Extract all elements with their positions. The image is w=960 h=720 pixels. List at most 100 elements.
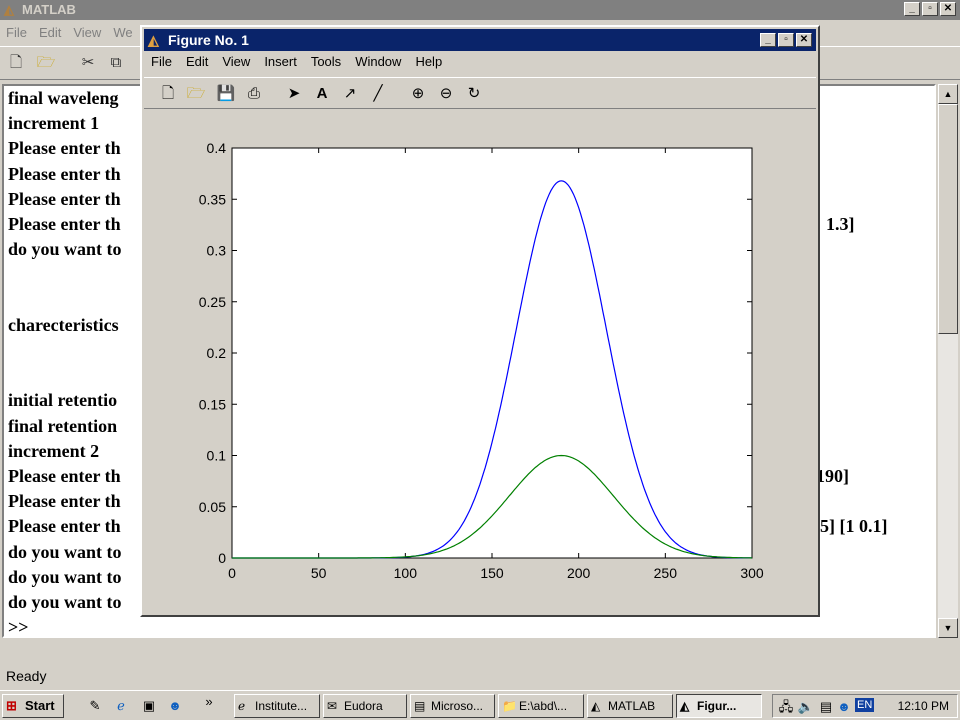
y-tick-label: 0.4 (207, 140, 227, 156)
taskbar-button[interactable]: ✉ Eudora (323, 694, 407, 718)
figure-menu-file[interactable]: File (144, 53, 179, 73)
quicklaunch-ie-icon[interactable]: ℯ (112, 697, 130, 715)
scroll-down-button[interactable]: ▼ (938, 618, 958, 638)
new-file-icon[interactable]: 🗋 (6, 53, 26, 73)
x-tick-label: 250 (654, 565, 678, 581)
quicklaunch-more-icon[interactable]: » (200, 693, 218, 711)
y-tick-label: 0.35 (199, 191, 226, 207)
status-text: Ready (6, 668, 47, 684)
taskbar-button-label: Institute... (255, 699, 308, 713)
command-line: initial retentio (8, 390, 118, 411)
command-window-scrollbar[interactable]: ▲ ▼ (938, 84, 958, 638)
x-tick-label: 300 (740, 565, 764, 581)
figure-title-bar: ◭ Figure No. 1 _ ▫ ✕ (144, 29, 816, 51)
cut-icon[interactable]: ✂ (78, 53, 98, 73)
zoom-out-icon[interactable]: ⊖ (436, 84, 456, 104)
tray-network-icon[interactable]: 🖧 (777, 698, 795, 716)
command-line: >> (8, 617, 29, 638)
main-window-title: MATLAB (22, 2, 76, 17)
tray-monitor-icon[interactable]: ▤ (817, 698, 835, 716)
menu-file[interactable]: File (0, 22, 33, 44)
start-button[interactable]: ⊞ Start (2, 694, 64, 718)
line-plot: 0 50 100 150 200 250 300 0 0.05 0.1 0.15 0.2 0.25 0.3… (199, 140, 764, 581)
figure-menubar: File Edit View Insert Tools Window Help (144, 53, 449, 73)
menu-view[interactable]: View (67, 22, 107, 44)
figure-window[interactable]: ◭ Figure No. 1 _ ▫ ✕ File Edit View Inse… (140, 25, 820, 617)
status-bar: Ready (0, 664, 960, 688)
taskbar-app-icon: ✉ (327, 699, 338, 713)
matlab-logo-icon: ◭ (4, 2, 14, 17)
command-line: final retention (8, 415, 118, 436)
y-tick-label: 0 (218, 550, 226, 566)
figure-menu-edit[interactable]: Edit (179, 53, 215, 73)
quicklaunch-chat-icon[interactable]: ☻ (166, 697, 184, 715)
minimize-button[interactable]: _ (904, 2, 920, 16)
taskbar-button-label: Microso... (431, 699, 484, 713)
command-line-fragment: 5] [1 0.1] (820, 516, 888, 537)
figure-close-button[interactable]: ✕ (796, 33, 812, 47)
taskbar-button-label: E:\abd\... (519, 699, 568, 713)
insert-line-icon[interactable]: ╱ (368, 84, 388, 104)
command-line: do you want to (8, 592, 122, 612)
command-line: Please enter th (8, 516, 121, 537)
taskbar-button[interactable]: ▤ Microso... (410, 694, 495, 718)
quicklaunch-desktop-icon[interactable]: ▣ (140, 697, 158, 715)
figure-open-icon[interactable]: 🗁 (186, 84, 206, 104)
command-line: do you want to (8, 566, 122, 587)
maximize-button[interactable]: ▫ (922, 2, 938, 16)
menu-edit[interactable]: Edit (33, 22, 67, 44)
tray-language-indicator[interactable]: EN (855, 698, 875, 712)
scroll-up-button[interactable]: ▲ (938, 84, 958, 104)
command-line: Please enter th (8, 214, 121, 234)
taskbar-button-label: MATLAB (608, 699, 656, 713)
scroll-thumb[interactable] (938, 104, 958, 334)
command-line: Please enter th (8, 138, 121, 159)
close-button[interactable]: ✕ (940, 2, 956, 16)
taskbar-button-label: Eudora (344, 699, 383, 713)
tray-volume-icon[interactable]: 🔈 (797, 698, 815, 716)
copy-icon[interactable]: ⧉ (106, 53, 126, 73)
command-line: final waveleng (8, 88, 119, 108)
figure-print-icon[interactable]: ⎙ (244, 84, 264, 104)
plot-area (231, 147, 753, 559)
taskbar-button[interactable]: 📁 E:\abd\... (498, 694, 584, 718)
select-arrow-icon[interactable]: ➤ (284, 84, 304, 104)
x-tick-label: 50 (311, 565, 327, 581)
taskbar-app-icon: 📁 (502, 699, 517, 713)
taskbar-button[interactable]: ℯ Institute... (234, 694, 320, 718)
y-tick-label: 0.05 (199, 499, 226, 515)
taskbar-app-icon: ◭ (591, 699, 601, 713)
taskbar-button[interactable]: ◭ Figur... (676, 694, 762, 718)
command-line: do you want to (8, 541, 122, 562)
figure-menu-view[interactable]: View (215, 53, 257, 73)
taskbar-app-icon: ▤ (414, 699, 426, 713)
zoom-in-icon[interactable]: ⊕ (408, 84, 428, 104)
command-line-fragment: 1.3] (826, 214, 855, 234)
insert-text-icon[interactable]: A (312, 84, 332, 104)
figure-save-icon[interactable]: 💾 (216, 84, 236, 104)
figure-menu-tools[interactable]: Tools (304, 53, 348, 73)
y-tick-label: 0.15 (199, 396, 226, 412)
figure-maximize-button[interactable]: ▫ (778, 33, 794, 47)
quicklaunch-edit-icon[interactable]: ✎ (86, 697, 104, 715)
open-folder-icon[interactable]: 🗁 (36, 53, 56, 73)
y-tick-label: 0.25 (199, 294, 226, 310)
figure-minimize-button[interactable]: _ (760, 33, 776, 47)
rotate-icon[interactable]: ↻ (464, 84, 484, 104)
command-line: Please enter th (8, 466, 121, 486)
y-tick-label: 0.1 (207, 448, 227, 464)
main-title-bar: ◭ MATLAB _ ▫ ✕ (0, 0, 960, 20)
command-line: Please enter th (8, 188, 121, 209)
figure-menu-window[interactable]: Window (348, 53, 408, 73)
command-line-fragment: 190] (816, 466, 849, 486)
tray-messenger-icon[interactable]: ☻ (835, 698, 853, 716)
figure-title: Figure No. 1 (168, 32, 249, 48)
figure-new-icon[interactable]: 🗋 (158, 84, 178, 104)
taskbar-app-icon: ◭ (680, 699, 690, 713)
menu-web[interactable]: We (107, 22, 138, 44)
figure-menu-help[interactable]: Help (408, 53, 449, 73)
figure-menu-insert[interactable]: Insert (257, 53, 304, 73)
x-tick-label: 100 (394, 565, 418, 581)
taskbar-button[interactable]: ◭ MATLAB (587, 694, 673, 718)
insert-arrow-icon[interactable]: ↗ (340, 84, 360, 104)
